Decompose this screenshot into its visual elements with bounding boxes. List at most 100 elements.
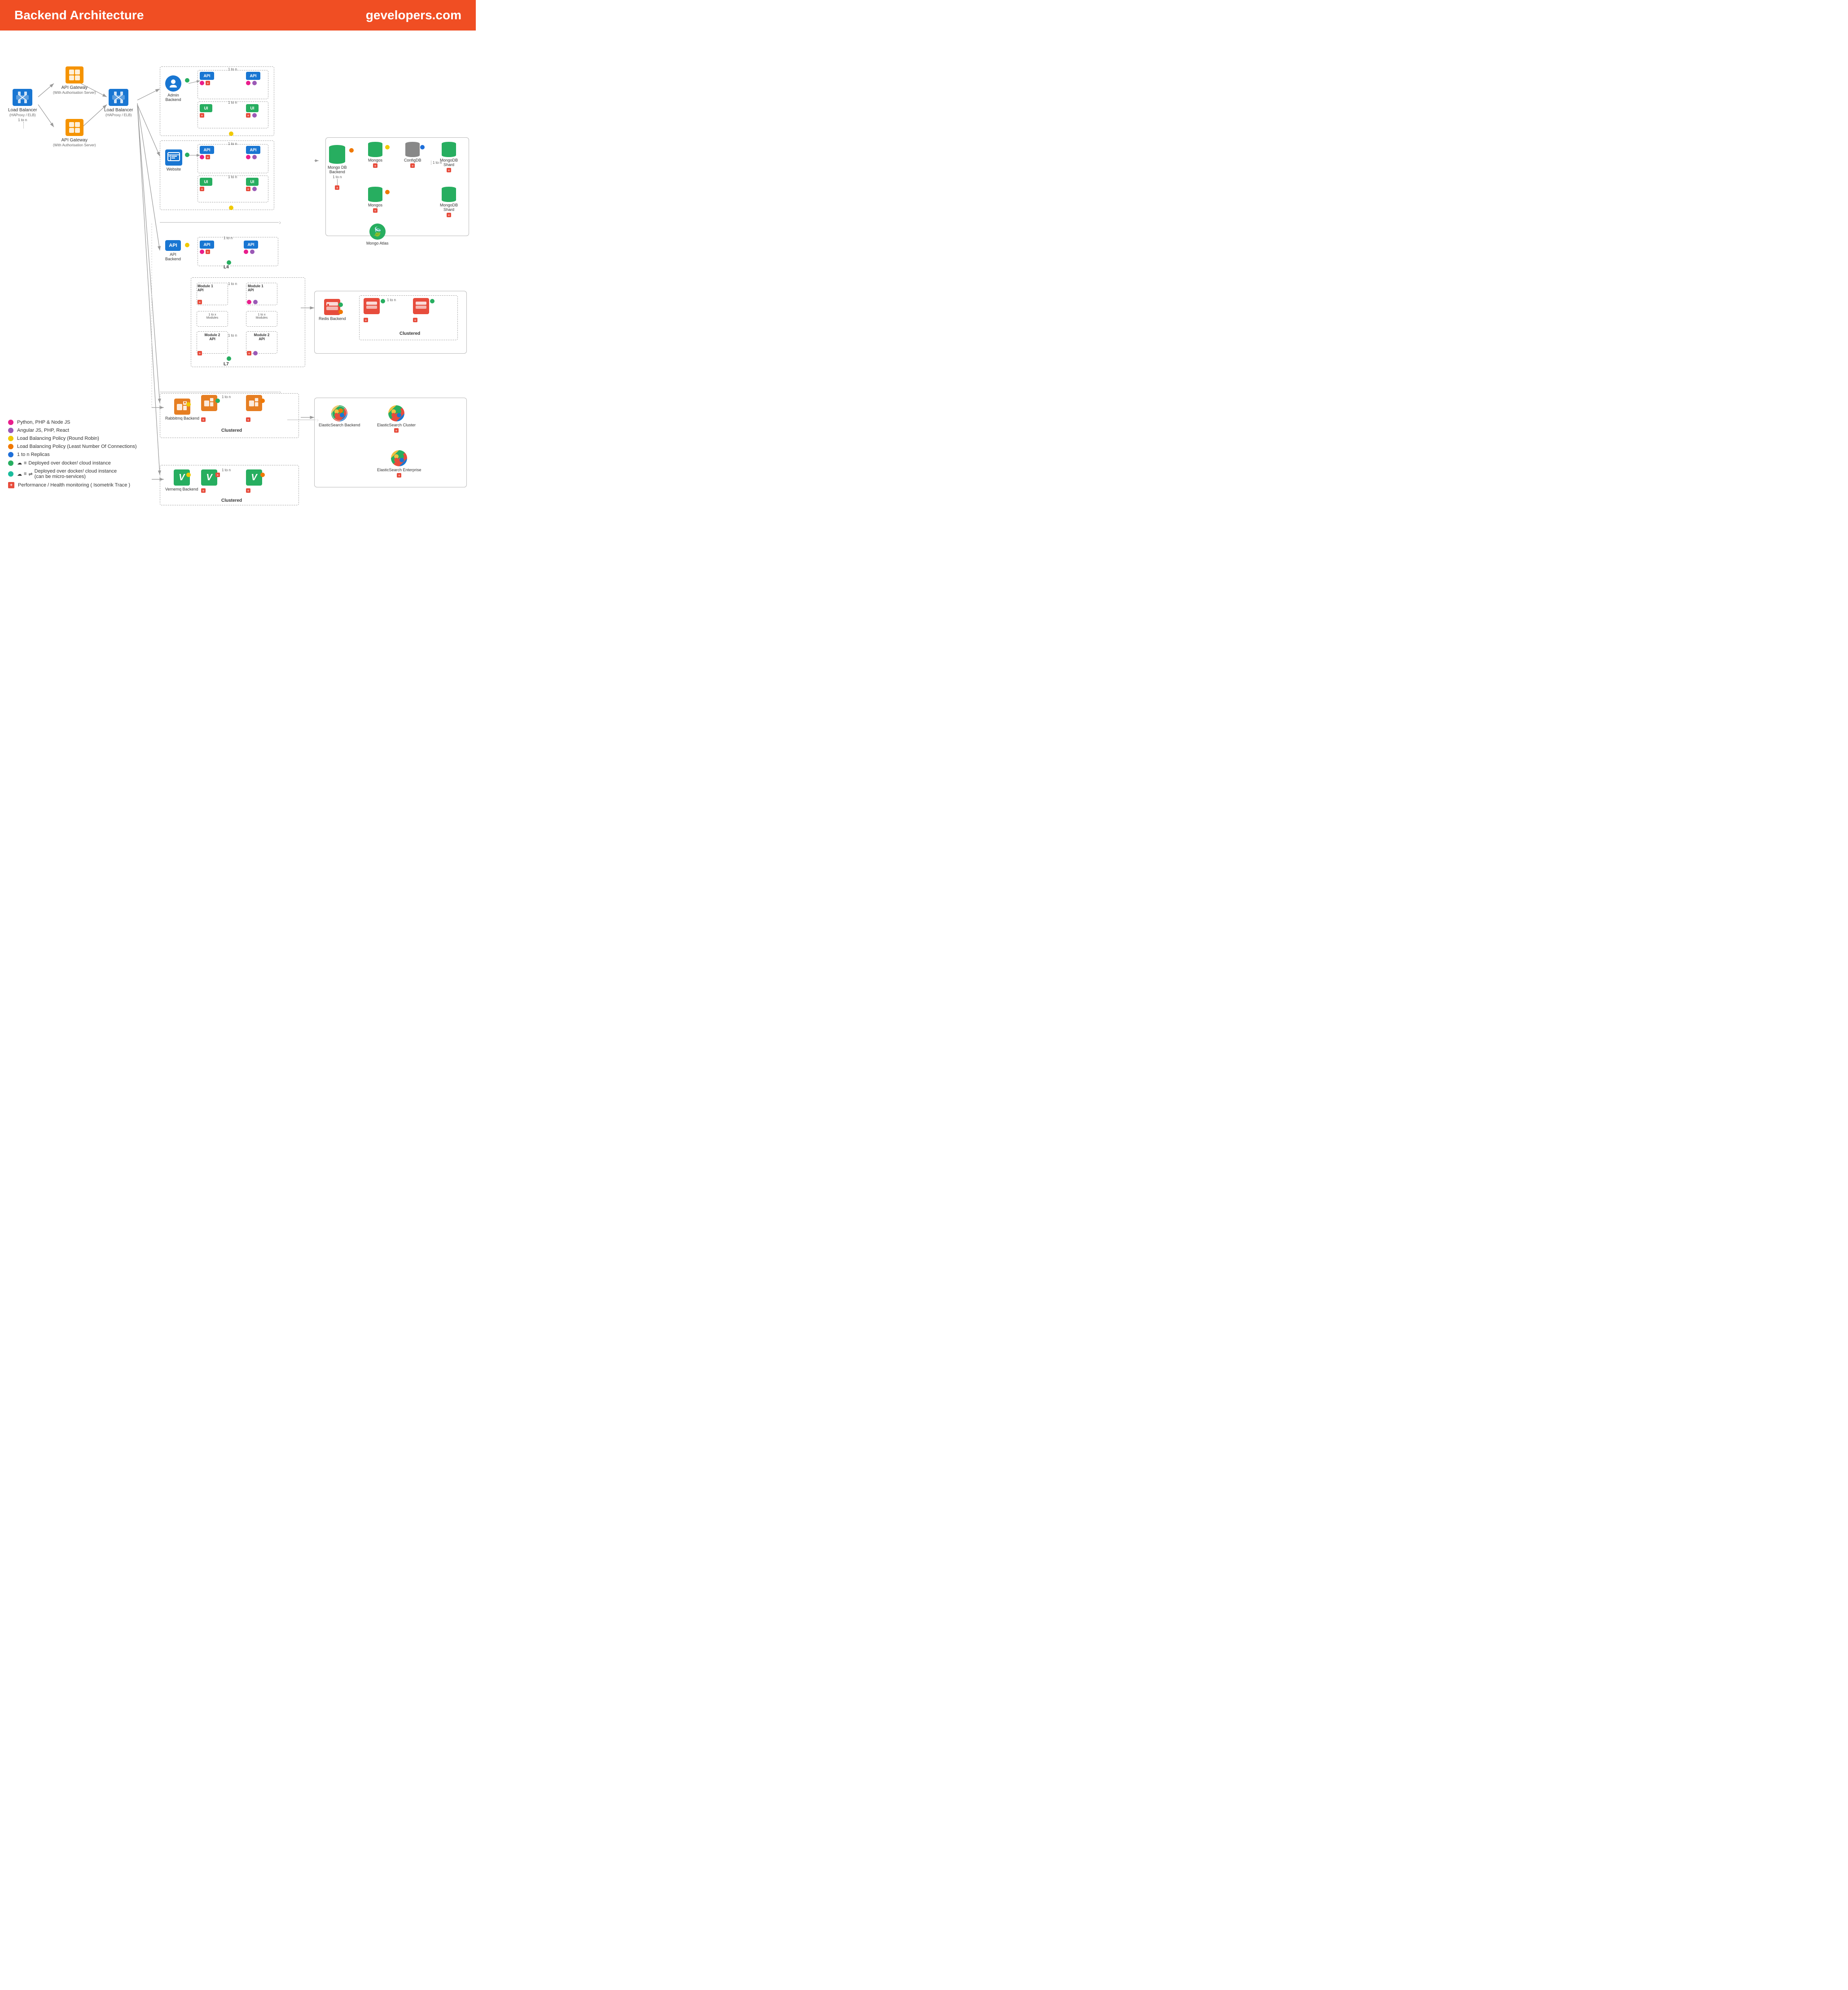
api-backend-icon: API xyxy=(165,240,180,251)
website-ui-1-badge: + xyxy=(200,187,204,191)
admin-api-2-dot xyxy=(246,81,250,85)
vernemq-cluster-node-1: V xyxy=(201,469,217,486)
rabbitmq-label: Rabbitmq Backend xyxy=(165,416,199,421)
mongo-atlas-node: 🍃 Mongo Atlas xyxy=(366,224,389,245)
mongos-2-icon xyxy=(368,187,382,202)
shard-1-mid xyxy=(442,145,456,153)
vernemq-cluster-1-icon: V xyxy=(201,469,217,486)
mongos-2-node: Mongos + xyxy=(368,187,382,213)
admin-api-2-icon: API xyxy=(246,72,260,80)
admin-green-dot xyxy=(185,78,189,83)
admin-api-1: API + xyxy=(200,72,214,81)
rabbit-cl-dot-1 xyxy=(215,399,220,403)
website-ui-1: UI + xyxy=(200,178,212,187)
website-1ton-label: 1 to n xyxy=(228,142,237,146)
mod1-1ton: 1 to n xyxy=(228,282,237,286)
legend-green-label: Deployed over docker/ cloud instance xyxy=(28,460,110,466)
website-1ton-ui-label: 1 to n xyxy=(228,175,237,179)
redis-orange-dot xyxy=(338,310,343,314)
legend-purple: Angular JS, PHP, React xyxy=(8,428,137,433)
mongos-1-badge: + xyxy=(373,163,378,168)
rabbit-cluster-node-1 xyxy=(201,395,217,411)
redis-backend-icon xyxy=(324,299,340,315)
legend-teal-text: ☁≡⇌ Deployed over docker/ cloud instance… xyxy=(17,469,117,479)
website-api-1-badge: + xyxy=(206,155,210,159)
mod1-modules-box-1: 1 to xModules xyxy=(197,311,228,327)
legend-pink-dot xyxy=(8,420,13,425)
mongo-top xyxy=(329,145,345,149)
api-l4-badge1: + xyxy=(206,250,210,254)
mod2-badge-2: + xyxy=(247,351,251,355)
shard-1-badge: + xyxy=(447,168,451,172)
api-backend-label: APIBackend xyxy=(165,252,181,261)
website-api-2-dot xyxy=(246,155,250,159)
config-db-node: ConfigDB + xyxy=(404,142,421,168)
load-balancer-1-sublabel: (HAProxy / ELB) xyxy=(9,113,36,117)
mongo-dotted xyxy=(337,179,338,185)
mongos-1-label: Mongos xyxy=(368,158,382,162)
redis-green-dot xyxy=(338,302,343,307)
redis-cluster-2-icon xyxy=(413,298,429,314)
configdb-bot xyxy=(405,153,420,157)
legend-purple-label: Angular JS, PHP, React xyxy=(17,428,69,433)
vernemq-cluster-node-2: V xyxy=(246,469,262,486)
configdb-mid xyxy=(405,145,420,153)
module2-label-2: Module 2API xyxy=(246,332,277,342)
legend-pink: Python, PHP & Node JS xyxy=(8,420,137,425)
vernemq-backend-node: V Vernemq Backend xyxy=(165,469,198,491)
legend-purple-dot xyxy=(8,428,13,433)
mongodb-shard-1-node: MongoDBShard + xyxy=(440,142,458,172)
configdb-top xyxy=(405,142,420,145)
mod2-dot xyxy=(253,351,258,355)
admin-ui-2-icon: UI xyxy=(246,104,259,112)
rabbit-cl-badge-1: + xyxy=(201,417,206,422)
mongos-2-bot xyxy=(368,198,382,202)
admin-ui-1-badge: + xyxy=(200,113,204,118)
website-api-2-icon: API xyxy=(246,146,260,154)
l4-green-dot xyxy=(227,260,231,265)
api-gateway-2-label: API Gateway xyxy=(61,137,88,143)
mongo-db-backend-label: Mongo DBBackend xyxy=(328,165,347,174)
rabbitmq-icon xyxy=(174,399,190,415)
shard-1-label: MongoDBShard xyxy=(440,158,458,167)
admin-1ton-ui-label: 1 to n xyxy=(228,101,237,105)
mongos-2-label: Mongos xyxy=(368,203,382,207)
es-orange-dot xyxy=(338,408,343,413)
lb1-dotted xyxy=(23,122,24,128)
vernemq-cl-1ton: 1 to n xyxy=(222,468,231,472)
redis-backend-label: Redis Backend xyxy=(319,316,346,321)
redis-cluster-1-icon xyxy=(364,298,380,314)
elasticsearch-backend-icon xyxy=(331,405,347,421)
admin-api-2: API xyxy=(246,72,260,81)
mongo-atlas-icon: 🍃 xyxy=(369,224,386,240)
admin-ui-2-dot xyxy=(252,113,257,118)
load-balancer-2-node: Load Balancer (HAProxy / ELB) xyxy=(104,89,133,117)
legend-yellow-dot xyxy=(8,436,13,441)
admin-label: AdminBackend xyxy=(165,93,181,102)
rabbit-cluster-1-icon xyxy=(201,395,217,411)
api-l4-api-1-icon: API xyxy=(200,241,214,249)
page-title: Backend Architecture xyxy=(14,8,144,22)
config-db-icon xyxy=(405,142,420,157)
rabbitmq-backend-node: Rabbitmq Backend xyxy=(165,399,199,421)
configdb-badge: + xyxy=(410,163,415,168)
admin-ui-2-badge: + xyxy=(246,113,250,118)
api-backend-node: API APIBackend xyxy=(165,240,181,261)
redis-clustered-label: Clustered xyxy=(399,331,420,336)
legend-blue: 1 to n Replicas xyxy=(8,452,137,457)
mod2-1ton: 1 to n xyxy=(228,333,237,338)
admin-backend-node: AdminBackend xyxy=(165,75,181,102)
api-gateway-1-icon xyxy=(66,66,83,83)
mongo-stack-icon xyxy=(329,145,345,164)
website-api-2-dot2 xyxy=(252,155,257,159)
api-backend-yellow-dot xyxy=(185,243,189,247)
lb1-1ton: 1 to n xyxy=(18,118,27,122)
header: Backend Architecture gevelopers.com xyxy=(0,0,476,31)
website-ui-2-icon: UI xyxy=(246,178,259,186)
rabbit-clustered-label: Clustered xyxy=(221,428,242,433)
redis-cluster-node-1 xyxy=(364,298,380,314)
website-node: Website xyxy=(165,149,182,171)
mongos-1-bot xyxy=(368,153,382,157)
rabbit-cluster-2-icon xyxy=(246,395,262,411)
mongos-2-orange-dot xyxy=(385,190,390,194)
